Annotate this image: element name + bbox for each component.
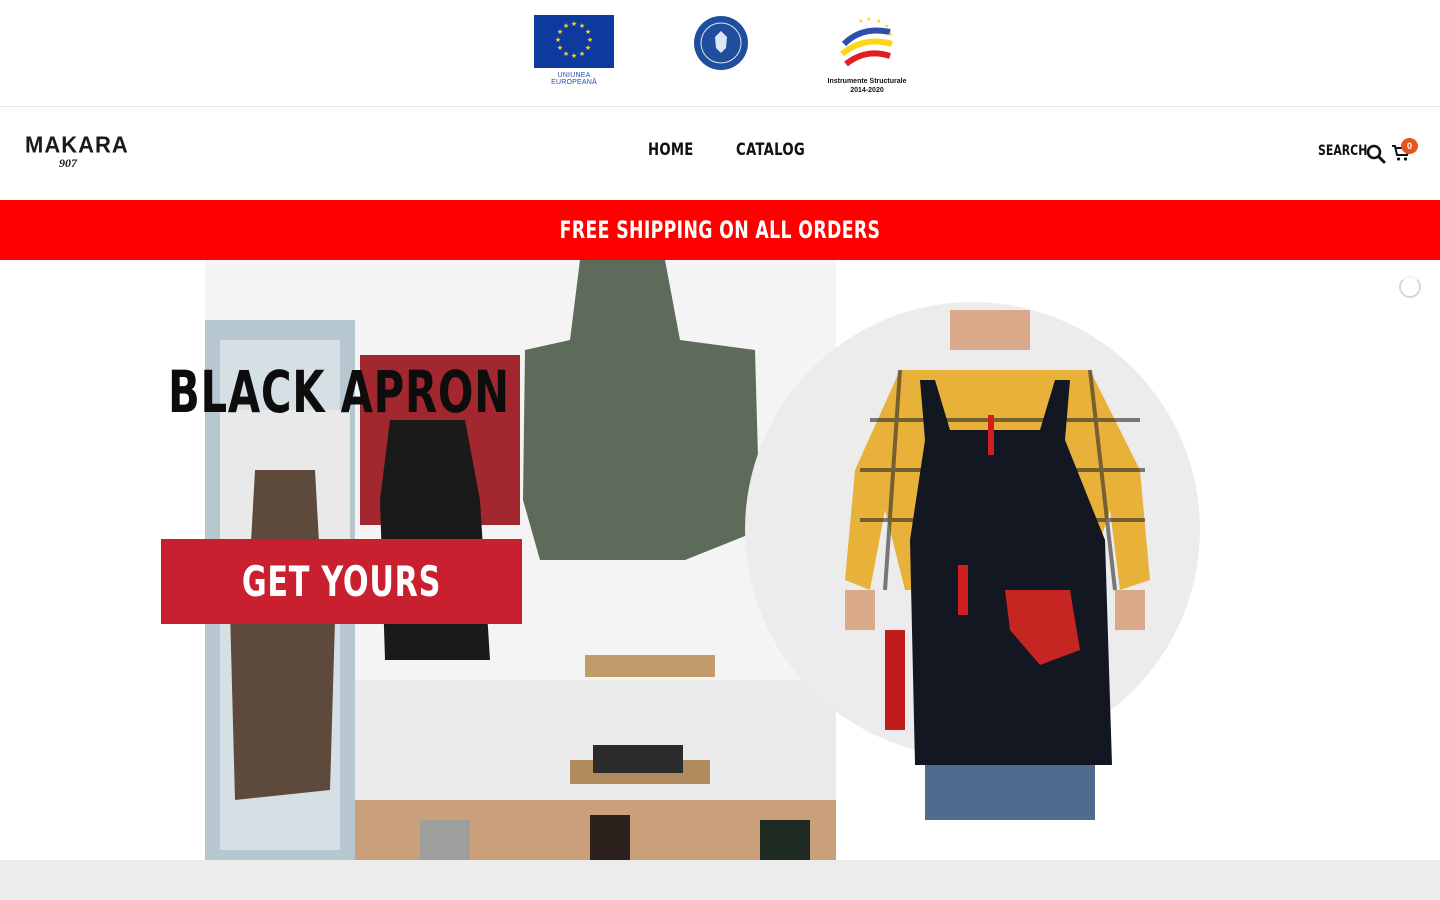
promo-banner: FREE SHIPPING ON ALL ORDERS <box>0 200 1440 260</box>
svg-text:★: ★ <box>888 40 893 47</box>
promo-text: FREE SHIPPING ON ALL ORDERS <box>559 216 881 244</box>
site-header: MAKARA 907 HOME CATALOG SEARCH 0 <box>0 107 1440 200</box>
svg-text:★: ★ <box>585 44 591 52</box>
svg-text:★: ★ <box>587 36 593 44</box>
svg-text:★: ★ <box>876 18 881 25</box>
model-black-apron-image <box>840 310 1160 820</box>
site-logo[interactable]: MAKARA 907 <box>25 131 129 173</box>
svg-text:★: ★ <box>555 36 561 44</box>
svg-text:★: ★ <box>563 50 569 58</box>
get-yours-label: GET YOURS <box>241 557 442 606</box>
loading-spinner-icon <box>1399 276 1421 298</box>
svg-text:★: ★ <box>557 44 563 52</box>
funding-logos-bar: ★ ★ ★ ★ ★ ★ ★ ★ ★ ★ ★ ★ UNIUNEA EUROPEAN… <box>0 0 1440 107</box>
logo-word: MAKARA <box>25 131 129 158</box>
svg-text:★: ★ <box>585 28 591 36</box>
structural-instruments-caption-line1: Instrumente Structurale <box>827 78 907 85</box>
hero-slider: BLACK APRON GET YOURS <box>0 260 1440 860</box>
svg-text:★: ★ <box>571 52 577 60</box>
get-yours-button[interactable]: GET YOURS <box>161 539 522 624</box>
next-section-strip <box>0 860 1440 900</box>
logo-number: 907 <box>59 156 77 170</box>
svg-text:★: ★ <box>884 23 889 30</box>
structural-instruments-caption-line2: 2014-2020 <box>850 87 884 94</box>
svg-text:★: ★ <box>571 20 577 28</box>
svg-text:★: ★ <box>888 31 893 38</box>
structural-instruments-caption: Instrumente Structurale 2014-2020 <box>822 77 912 95</box>
svg-text:★: ★ <box>579 50 585 58</box>
nav-catalog[interactable]: CATALOG <box>736 140 805 160</box>
hero-title: BLACK APRON <box>168 358 510 426</box>
government-seal-logo <box>693 15 749 71</box>
svg-text:★: ★ <box>858 18 863 25</box>
eu-caption: UNIUNEA EUROPEANĂ <box>551 72 597 86</box>
svg-text:★: ★ <box>563 22 569 30</box>
structural-instruments-emblem-icon: ★ ★★ ★★★ <box>840 16 893 67</box>
nav-home[interactable]: HOME <box>648 140 694 160</box>
svg-text:★: ★ <box>866 16 871 23</box>
structural-instruments-logo: ★ ★ ★ ★ ★ ★ Instrumente Structurale 2014-202… <box>822 14 912 95</box>
eu-logo: ★ ★ ★ ★ ★ ★ ★ ★ ★ ★ ★ ★ UNIUNEA EUROPEAN… <box>534 15 614 86</box>
search-label[interactable]: SEARCH <box>1318 143 1367 159</box>
cart-count-badge: 0 <box>1401 138 1418 154</box>
search-icon[interactable] <box>1366 144 1386 164</box>
eu-flag-icon: ★ ★ ★ ★ ★ ★ ★ ★ ★ ★ ★ ★ <box>534 15 614 68</box>
